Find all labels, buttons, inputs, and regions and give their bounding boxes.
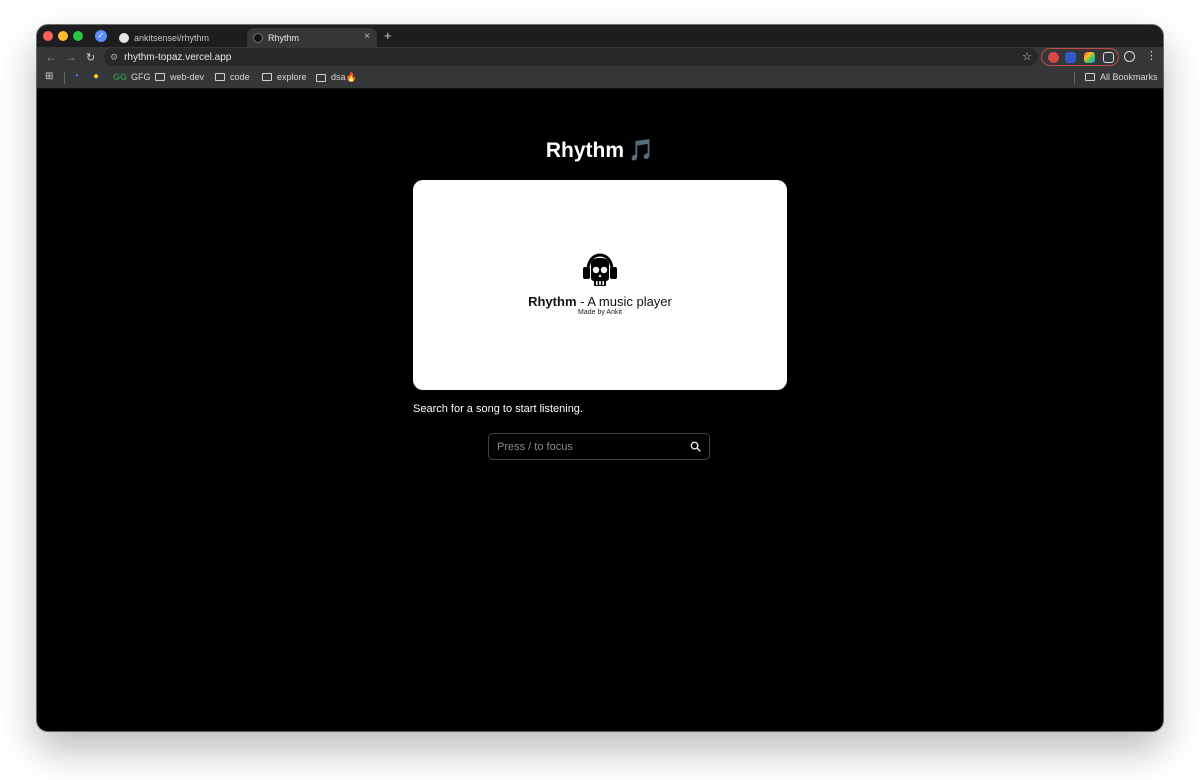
bookmark-label: explore bbox=[277, 72, 307, 82]
new-tab-button[interactable]: + bbox=[384, 28, 392, 43]
all-bookmarks-folder[interactable]: All Bookmarks bbox=[1085, 72, 1158, 82]
search-input[interactable] bbox=[489, 434, 679, 459]
tab-label: ankitsensei/rhythm bbox=[134, 32, 210, 43]
skull-headphones-icon bbox=[583, 253, 617, 286]
page-title: Rhythm 🎵 bbox=[37, 139, 1163, 163]
bookmark-folder-code[interactable]: code bbox=[215, 72, 250, 82]
maximize-window-button[interactable] bbox=[73, 31, 83, 41]
folder-icon bbox=[155, 73, 165, 81]
page-title-text: Rhythm bbox=[545, 139, 624, 162]
page-content: Rhythm 🎵 Rhythm - A music player Made by … bbox=[37, 89, 1163, 731]
reload-button[interactable]: ↻ bbox=[86, 51, 95, 64]
search-icon[interactable] bbox=[690, 441, 701, 452]
folder-icon bbox=[262, 73, 272, 81]
ublock-extension-icon[interactable] bbox=[1048, 52, 1059, 63]
minimize-window-button[interactable] bbox=[58, 31, 68, 41]
github-icon bbox=[119, 32, 129, 43]
tab-label: Rhythm bbox=[268, 32, 300, 43]
address-bar[interactable]: ⚙ rhythm-topaz.vercel.app ☆ bbox=[104, 48, 1038, 66]
folder-icon bbox=[316, 73, 326, 82]
bookmark-folder-web-dev[interactable]: web-dev bbox=[155, 72, 204, 82]
extensions-group bbox=[1041, 48, 1119, 66]
bookmark-label: web-dev bbox=[170, 72, 205, 82]
site-settings-icon[interactable]: ⚙ bbox=[110, 52, 118, 63]
card-subtitle: Made by Ankit bbox=[578, 309, 622, 316]
card-title: Rhythm - A music player bbox=[413, 294, 787, 309]
music-note-icon: 🎵 bbox=[628, 139, 655, 162]
bookmarks-divider bbox=[64, 72, 65, 84]
bitwarden-extension-icon[interactable] bbox=[1065, 52, 1076, 63]
bookmark-gfg[interactable]: GG GFG bbox=[113, 72, 151, 82]
url-text[interactable]: rhythm-topaz.vercel.app bbox=[124, 52, 231, 63]
browser-window: ✓ ankitsensei/rhythm Rhythm × + ← → ↻ ⚙ … bbox=[37, 25, 1163, 731]
close-tab-icon[interactable]: × bbox=[364, 31, 370, 42]
bookmark-folder-dsa[interactable]: dsa🔥 bbox=[316, 72, 357, 83]
search-box bbox=[488, 433, 710, 460]
tab-rhythm[interactable]: Rhythm × bbox=[247, 28, 377, 47]
puzzle-extensions-icon[interactable] bbox=[1103, 52, 1114, 63]
tab-github[interactable]: ankitsensei/rhythm bbox=[113, 28, 243, 47]
card-title-rest: - A music player bbox=[576, 294, 672, 309]
player-card: Rhythm - A music player Made by Ankit bbox=[413, 180, 787, 390]
color-grid-extension-icon[interactable] bbox=[1084, 52, 1095, 63]
browser-toolbar: ← → ↻ ⚙ rhythm-topaz.vercel.app ☆ ⋮ bbox=[37, 47, 1163, 68]
bookmark-star-icon[interactable]: ☆ bbox=[1022, 50, 1032, 63]
card-title-bold: Rhythm bbox=[528, 294, 577, 309]
bookmarks-bar: ⊞ ◔ ● GG GFG web-dev code explore dsa🔥 A… bbox=[37, 68, 1163, 89]
close-window-button[interactable] bbox=[43, 31, 53, 41]
bookmark-label: All Bookmarks bbox=[1100, 72, 1158, 82]
bookmark-label: dsa🔥 bbox=[331, 72, 357, 82]
back-button[interactable]: ← bbox=[45, 50, 57, 64]
folder-icon bbox=[215, 73, 225, 81]
bookmark-label: code bbox=[230, 72, 250, 82]
tab-strip: ✓ ankitsensei/rhythm Rhythm × + bbox=[37, 25, 1163, 47]
bookmark-label: GFG bbox=[131, 72, 151, 82]
profile-icon[interactable] bbox=[1124, 51, 1135, 62]
search-hint: Search for a song to start listening. bbox=[413, 403, 583, 415]
folder-icon bbox=[1085, 73, 1095, 81]
rhythm-favicon-icon bbox=[253, 32, 263, 43]
lightbulb-bookmark-icon[interactable]: ● bbox=[93, 71, 99, 82]
apps-grid-icon[interactable]: ⊞ bbox=[45, 71, 53, 82]
checkmark-extension-icon[interactable]: ✓ bbox=[95, 30, 107, 42]
bookmarks-divider bbox=[1074, 72, 1075, 84]
c-bookmark-icon[interactable]: ◔ bbox=[73, 71, 79, 82]
gfg-logo-icon: GG bbox=[113, 72, 128, 82]
bookmark-folder-explore[interactable]: explore bbox=[262, 72, 307, 82]
forward-button[interactable]: → bbox=[65, 50, 77, 64]
browser-menu-icon[interactable]: ⋮ bbox=[1146, 49, 1157, 62]
